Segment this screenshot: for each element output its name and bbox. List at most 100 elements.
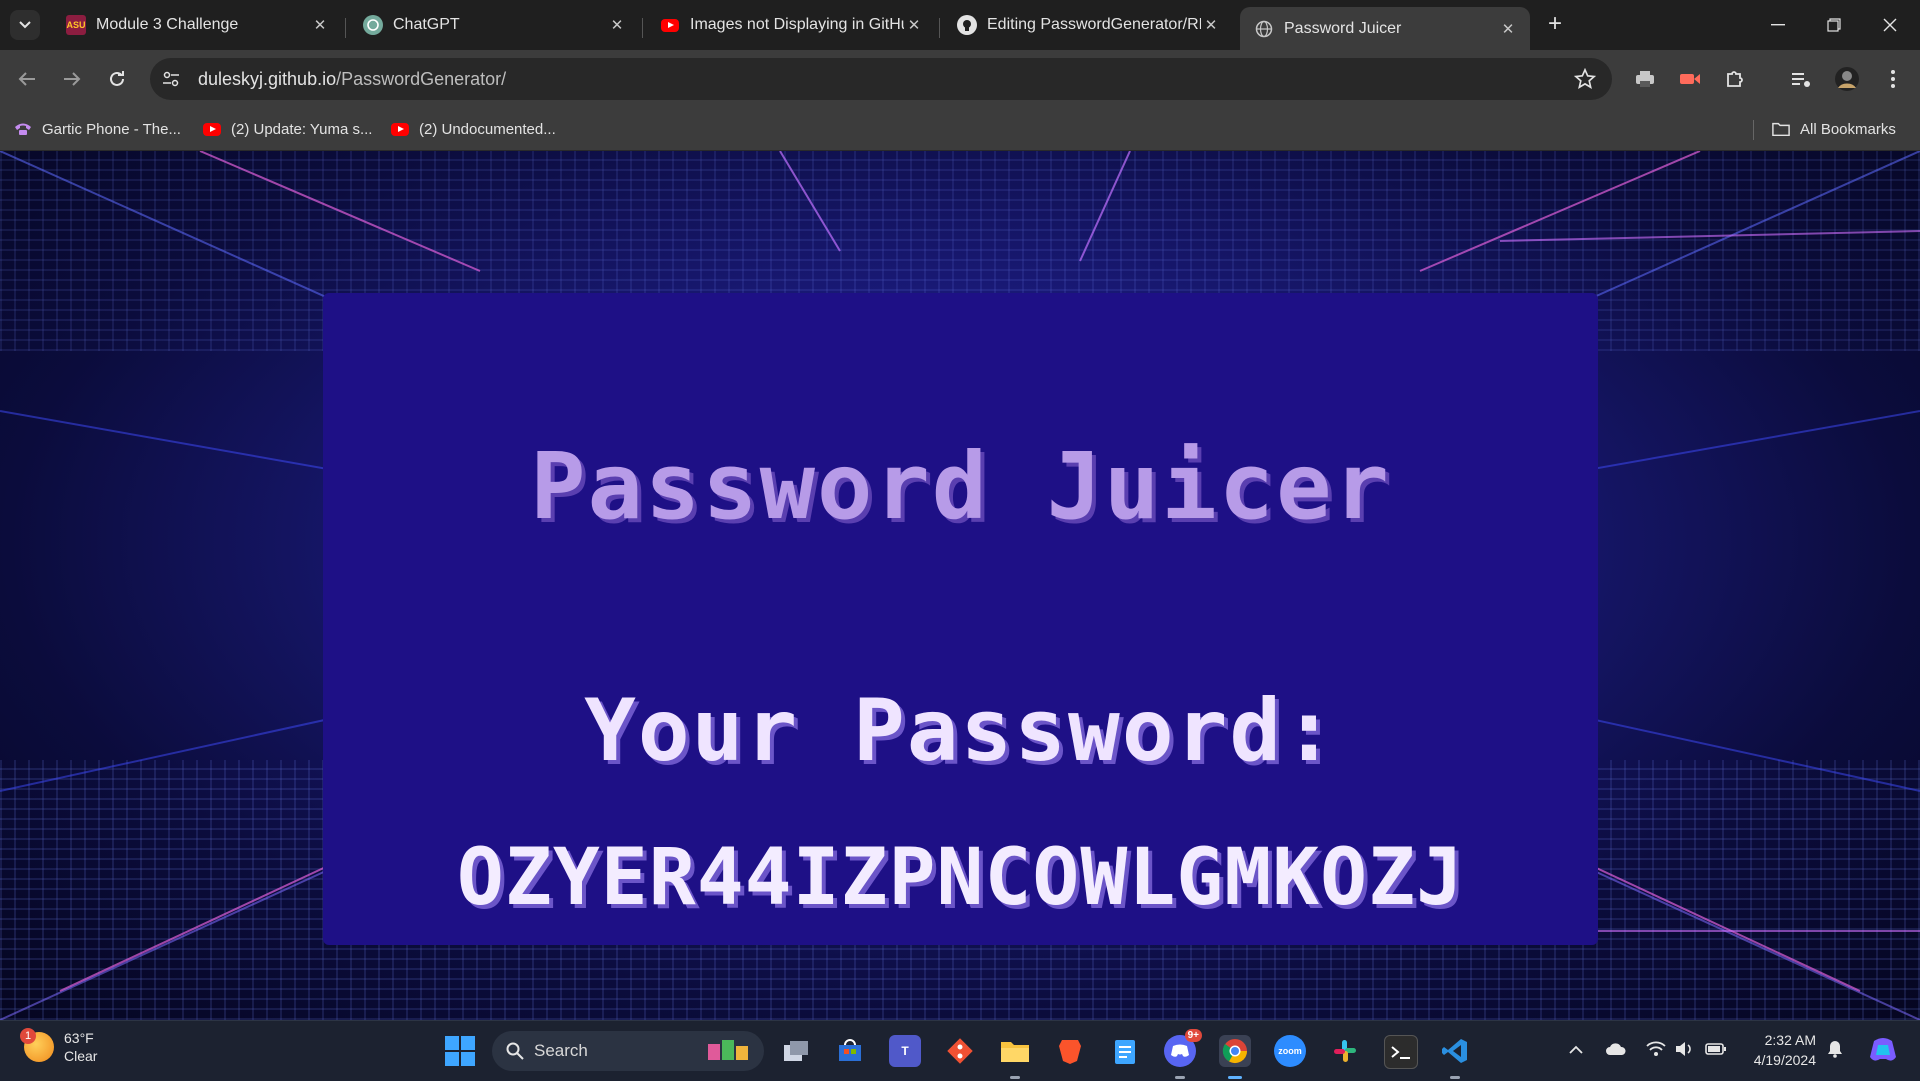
youtube-icon [391, 122, 409, 136]
zoom-icon[interactable]: zoom [1274, 1035, 1306, 1067]
extensions-puzzle-icon[interactable] [1722, 66, 1748, 92]
chevron-down-icon [19, 21, 31, 29]
taskbar-search[interactable]: Search [492, 1031, 764, 1071]
url-path: /PasswordGenerator/ [336, 68, 507, 89]
windows-taskbar: 1 63°F Clear Search T 9+ zoom 2:32 AM 4/… [0, 1020, 1920, 1081]
site-info-icon[interactable] [158, 66, 184, 92]
password-label: Your Password: [584, 681, 1337, 781]
bookmark-label: (2) Undocumented... [419, 120, 556, 138]
minimize-button[interactable] [1750, 0, 1806, 50]
volume-icon[interactable] [1672, 1037, 1696, 1061]
address-bar[interactable]: duleskyj.github.io/PasswordGenerator/ [150, 58, 1612, 100]
bookmarks-bar: Gartic Phone - The... (2) Update: Yuma s… [0, 108, 1920, 151]
chatgpt-icon [363, 15, 383, 35]
extension-recorder-icon[interactable] [1677, 66, 1703, 92]
restore-icon [1827, 18, 1841, 32]
bookmark-label: (2) Update: Yuma s... [231, 120, 373, 138]
tab-divider [642, 18, 643, 38]
media-control-icon[interactable] [1788, 66, 1814, 92]
file-explorer-icon[interactable] [999, 1035, 1031, 1067]
close-icon[interactable]: ✕ [310, 16, 330, 34]
wifi-icon[interactable] [1644, 1037, 1668, 1061]
asu-icon: ASU [66, 15, 86, 35]
close-icon[interactable]: ✕ [1201, 16, 1221, 34]
page-viewport: Password Juicer Your Password: OZYER44IZ… [0, 151, 1920, 1020]
tab-youtube-images[interactable]: Images not Displaying in GitHu ✕ [646, 7, 936, 43]
browser-toolbar: duleskyj.github.io/PasswordGenerator/ [0, 50, 1920, 108]
git-icon[interactable] [944, 1035, 976, 1067]
onedrive-icon[interactable] [1604, 1037, 1628, 1061]
search-label: Search [534, 1041, 588, 1060]
forward-button[interactable] [55, 62, 89, 96]
terminal-icon[interactable] [1384, 1035, 1418, 1069]
tab-title: Module 3 Challenge [96, 16, 239, 33]
tab-title: ChatGPT [393, 16, 460, 33]
url-text: duleskyj.github.io/PasswordGenerator/ [198, 69, 506, 90]
reload-button[interactable] [100, 62, 134, 96]
chrome-icon[interactable] [1219, 1035, 1251, 1067]
tab-module-3[interactable]: ASU Module 3 Challenge ✕ [52, 7, 342, 43]
running-indicator [1010, 1076, 1020, 1079]
brave-icon[interactable] [1054, 1035, 1086, 1067]
tab-github-editing[interactable]: Editing PasswordGenerator/RE ✕ [943, 7, 1233, 43]
close-icon[interactable]: ✕ [607, 16, 627, 34]
close-icon[interactable]: ✕ [1498, 20, 1518, 38]
bookmark-yuma-update[interactable]: (2) Update: Yuma s... [203, 116, 372, 142]
page-title: Password Juicer [530, 433, 1391, 540]
clock-date: 4/19/2024 [1753, 1052, 1816, 1068]
weather-moon-icon: 1 [20, 1028, 54, 1062]
menu-kebab-icon[interactable] [1880, 66, 1906, 92]
github-icon [957, 15, 977, 35]
notification-bell-icon[interactable] [1823, 1037, 1847, 1061]
copilot-icon[interactable] [1866, 1035, 1900, 1065]
restore-button[interactable] [1806, 0, 1862, 50]
generated-password[interactable]: OZYER44IZPNCOWLGMKOZJ [323, 833, 1598, 923]
close-icon[interactable]: ✕ [904, 16, 924, 34]
reload-icon [110, 71, 124, 86]
tab-divider [345, 18, 346, 38]
bookmark-star-icon[interactable] [1573, 67, 1597, 95]
start-button[interactable] [445, 1036, 475, 1066]
task-view-icon[interactable] [780, 1035, 812, 1067]
weather-condition: Clear [64, 1048, 98, 1064]
arrow-left-icon [18, 72, 35, 86]
minimize-icon [1771, 24, 1785, 26]
arrow-right-icon [64, 72, 81, 86]
system-clock[interactable]: 2:32 AM 4/19/2024 [1740, 1030, 1816, 1070]
tab-title: Images not Displaying in GitHu [690, 16, 904, 33]
weather-alert-badge: 1 [20, 1028, 36, 1044]
tab-divider [939, 18, 940, 38]
chevron-up-icon[interactable] [1564, 1037, 1588, 1061]
back-button[interactable] [10, 62, 44, 96]
bookmark-gartic-phone[interactable]: Gartic Phone - The... [14, 116, 181, 142]
new-tab-button[interactable]: + [1540, 10, 1570, 40]
search-highlight-icon [706, 1036, 750, 1067]
profile-avatar[interactable] [1834, 66, 1860, 92]
folder-icon [1772, 122, 1790, 137]
close-icon [1883, 18, 1897, 32]
weather-widget[interactable]: 1 63°F Clear [20, 1028, 98, 1065]
discord-badge: 9+ [1184, 1029, 1202, 1042]
url-domain: duleskyj.github.io [198, 68, 337, 89]
phone-icon [14, 122, 32, 136]
vscode-icon[interactable] [1439, 1035, 1471, 1067]
tab-password-juicer[interactable]: Password Juicer ✕ [1240, 7, 1530, 50]
bookmark-undocumented[interactable]: (2) Undocumented... [391, 116, 556, 142]
discord-icon[interactable]: 9+ [1164, 1029, 1202, 1067]
clock-time: 2:32 AM [1764, 1032, 1816, 1048]
all-bookmarks-button[interactable]: All Bookmarks [1772, 116, 1896, 142]
teams-icon[interactable]: T [889, 1035, 921, 1067]
tab-search-button[interactable] [10, 10, 40, 40]
running-indicator [1450, 1076, 1460, 1079]
bookmarks-divider [1753, 120, 1754, 140]
microsoft-store-icon[interactable] [834, 1035, 866, 1067]
slack-icon[interactable] [1329, 1035, 1361, 1067]
close-window-button[interactable] [1862, 0, 1918, 50]
tab-title: Editing PasswordGenerator/RE [987, 16, 1201, 33]
tab-chatgpt[interactable]: ChatGPT ✕ [349, 7, 639, 43]
battery-icon[interactable] [1704, 1037, 1728, 1061]
notepad-icon[interactable] [1109, 1035, 1141, 1067]
bookmark-label: Gartic Phone - The... [42, 120, 181, 138]
extension-printer-icon[interactable] [1632, 66, 1658, 92]
all-bookmarks-label: All Bookmarks [1800, 120, 1896, 138]
